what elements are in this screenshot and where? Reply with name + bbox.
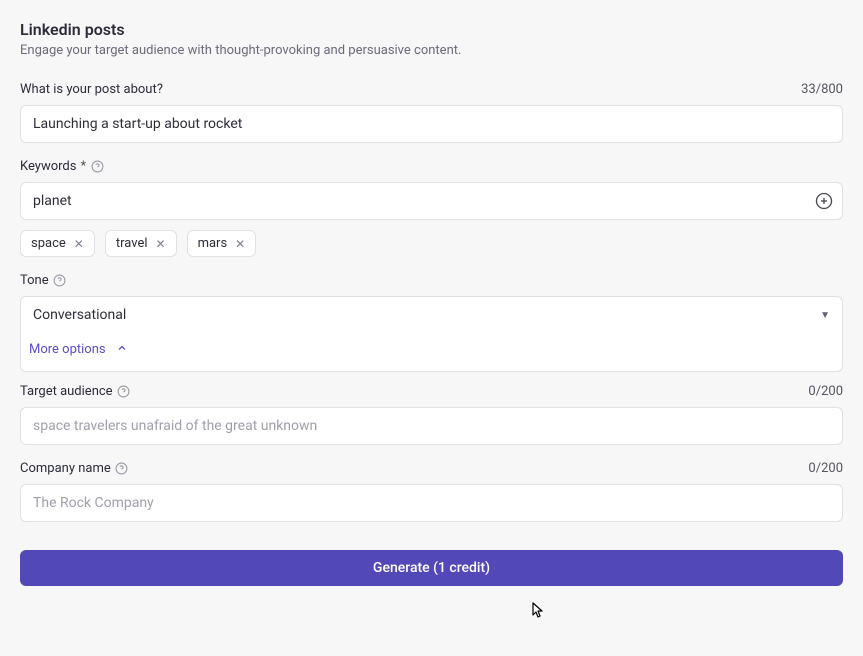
target-audience-counter: 0/200 — [808, 384, 843, 399]
close-icon[interactable]: ✕ — [235, 238, 245, 250]
tone-label: Tone — [20, 273, 67, 288]
keywords-input[interactable] — [20, 182, 843, 220]
keyword-tag: travel ✕ — [105, 230, 177, 257]
close-icon[interactable]: ✕ — [156, 238, 166, 250]
keyword-tag-label: mars — [198, 236, 228, 251]
close-icon[interactable]: ✕ — [74, 238, 84, 250]
tone-selected-value: Conversational — [33, 307, 126, 323]
more-options-label: More options — [29, 342, 106, 357]
keyword-tag-label: travel — [116, 236, 148, 251]
tone-label-text: Tone — [20, 273, 49, 288]
chevron-down-icon: ▼ — [820, 310, 830, 321]
page-title: Linkedin posts — [20, 20, 843, 39]
post-about-counter: 33/800 — [801, 82, 843, 97]
post-about-input[interactable] — [20, 105, 843, 143]
generate-bar: Generate (1 credit) — [20, 550, 843, 586]
more-options-toggle[interactable]: More options — [20, 332, 843, 372]
chevron-up-icon — [116, 342, 128, 357]
help-icon[interactable] — [53, 274, 67, 288]
company-name-counter: 0/200 — [808, 461, 843, 476]
post-about-label: What is your post about? — [20, 82, 163, 97]
keyword-tag: mars ✕ — [187, 230, 257, 257]
target-audience-field: Target audience 0/200 — [20, 384, 843, 445]
generate-button[interactable]: Generate (1 credit) — [20, 550, 843, 586]
required-marker: * — [80, 159, 86, 174]
target-audience-label-text: Target audience — [20, 384, 113, 399]
keyword-tag: space ✕ — [20, 230, 95, 257]
keyword-tag-label: space — [31, 236, 66, 251]
form-container: Linkedin posts Engage your target audien… — [20, 20, 843, 586]
company-name-label-text: Company name — [20, 461, 111, 476]
plus-circle-icon — [815, 192, 833, 210]
help-icon[interactable] — [90, 160, 104, 174]
company-name-field: Company name 0/200 — [20, 461, 843, 522]
company-name-input[interactable] — [20, 484, 843, 522]
keywords-field: Keywords * space ✕ travel ✕ mar — [20, 159, 843, 257]
post-about-field: What is your post about? 33/800 — [20, 82, 843, 143]
tone-select[interactable]: Conversational ▼ — [20, 296, 843, 334]
company-name-label: Company name — [20, 461, 129, 476]
help-icon[interactable] — [115, 462, 129, 476]
page-subtitle: Engage your target audience with thought… — [20, 43, 843, 58]
target-audience-input[interactable] — [20, 407, 843, 445]
target-audience-label: Target audience — [20, 384, 131, 399]
keywords-label-text: Keywords — [20, 159, 76, 174]
keyword-tags: space ✕ travel ✕ mars ✕ — [20, 230, 843, 257]
keywords-label: Keywords * — [20, 159, 104, 174]
help-icon[interactable] — [117, 385, 131, 399]
add-keyword-button[interactable] — [813, 190, 835, 212]
tone-field: Tone Conversational ▼ — [20, 273, 843, 334]
cursor-pointer-icon — [527, 601, 547, 627]
